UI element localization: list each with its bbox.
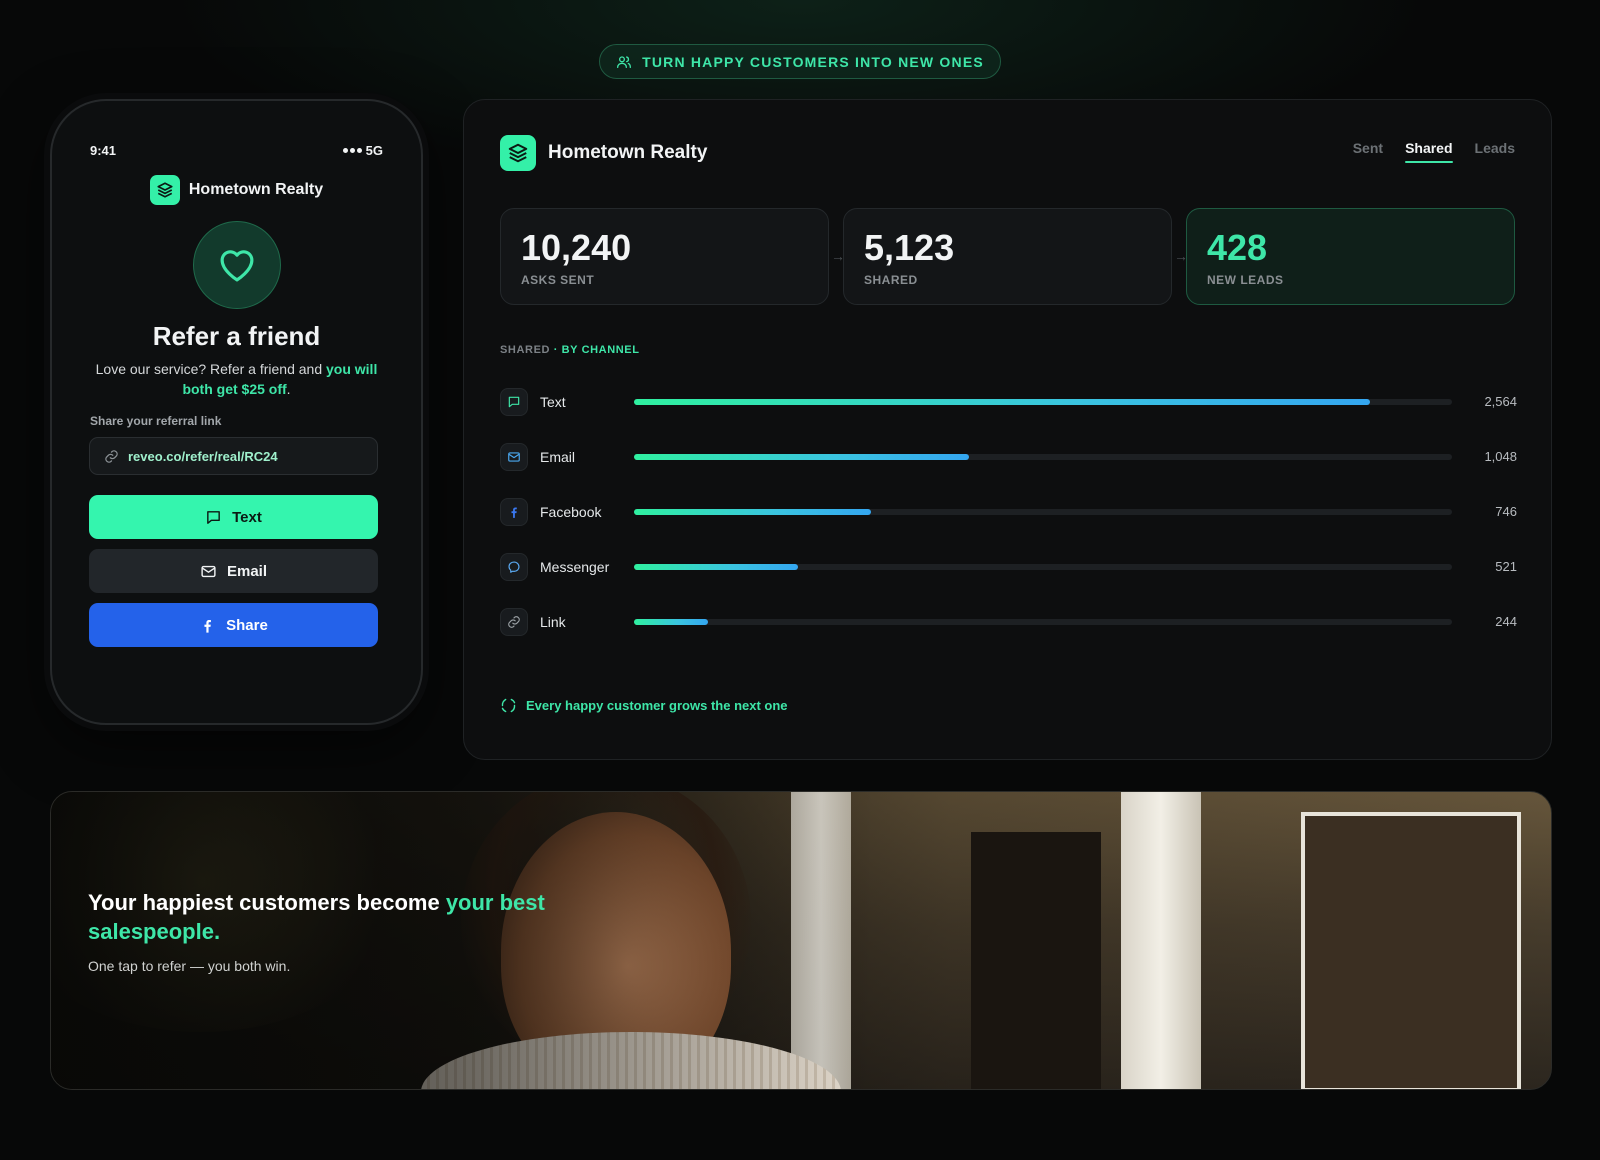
text-share-button[interactable]: Text [89,495,378,539]
stat-value: 5,123 [864,227,955,268]
banner-text: Your happiest customers become your best… [88,888,608,974]
refer-desc-end: . [286,381,291,397]
heart-badge [193,221,281,309]
mail-icon [500,442,528,471]
phone-brand: Hometown Realty [52,175,421,205]
phone-brand-name: Hometown Realty [188,181,324,198]
link-icon [105,449,118,463]
channel-name: Messenger [540,558,610,575]
channel-bar-track [634,618,1452,625]
hero-banner: Your happiest customers become your best… [50,791,1552,1090]
channel-list: Text 2,564 Email 1,048 Facebook 746 Mess… [500,374,1517,649]
facebook-icon [500,497,528,526]
stat-label: ASKS SENT [521,273,595,287]
stat-new-leads: 428 NEW LEADS [1186,208,1515,305]
channel-value: 244 [1495,614,1517,629]
referral-link-field[interactable]: reveo.co/refer/real/RC24 [89,437,378,475]
channel-bar-fill [634,563,798,570]
channel-value: 521 [1495,559,1517,574]
channel-name: Link [540,613,566,630]
refer-desc-plain: Love our service? Refer a friend and [95,361,326,377]
status-network: 5G [365,143,383,158]
channel-bar-track [634,398,1452,405]
layers-logo-icon [500,135,536,171]
facebook-share-button[interactable]: Share [89,603,378,647]
footer-note-text: Every happy customer grows the next one [526,698,788,713]
section-label-prefix: SHARED [500,344,551,356]
hero-pill: TURN HAPPY CUSTOMERS INTO NEW ONES [599,44,1001,79]
dashboard-brand-name: Hometown Realty [548,142,708,163]
users-icon [617,55,632,68]
channel-row-email: Email 1,048 [500,429,1517,484]
stat-label: NEW LEADS [1207,273,1284,287]
layers-logo-icon [149,175,180,205]
tab-sent[interactable]: Sent [1353,140,1383,162]
stat-value: 10,240 [521,227,632,268]
heart-icon [220,250,254,282]
signal-icon [342,148,362,153]
channel-bar-fill [634,618,708,625]
stat-label: SHARED [864,273,918,287]
dashboard-brand: Hometown Realty [500,135,707,171]
channel-bar-track [634,453,1452,460]
channel-row-facebook: Facebook 746 [500,484,1517,539]
refer-description: Love our service? Refer a friend and you… [92,359,381,399]
chat-icon [500,387,528,416]
referral-link-value: reveo.co/refer/real/RC24 [128,448,278,464]
tab-shared[interactable]: Shared [1405,140,1454,163]
cycle-icon [501,698,516,713]
channel-section-label: SHARED · BY CHANNEL [500,344,640,356]
link-icon [500,607,528,636]
channel-value: 1,048 [1484,449,1517,464]
dashboard-tabs: Sent Shared Leads [1353,140,1515,163]
tab-leads[interactable]: Leads [1475,140,1515,162]
referral-dashboard: Hometown Realty Sent Shared Leads 10,240… [463,99,1552,760]
footer-note: Every happy customer grows the next one [500,697,788,714]
email-button-label: Email [226,562,268,580]
banner-subtitle: One tap to refer — you both win. [88,958,291,974]
status-time: 9:41 [90,143,117,158]
messenger-icon [500,552,528,581]
channel-row-messenger: Messenger 521 [500,539,1517,594]
chat-icon [207,510,220,524]
channel-value: 746 [1495,504,1517,519]
refer-title: Refer a friend [152,321,321,351]
channel-name: Email [540,448,576,465]
mail-icon [201,565,216,577]
text-button-label: Text [232,508,262,526]
channel-value: 2,564 [1484,394,1517,409]
share-button-label: Share [226,616,268,634]
channel-bar-track [634,508,1452,515]
banner-title-plain: Your happiest customers become [88,890,446,915]
status-bar: 9:41 5G [90,143,383,158]
channel-row-link: Link 244 [500,594,1517,649]
email-share-button[interactable]: Email [89,549,378,593]
channel-row-text: Text 2,564 [500,374,1517,429]
facebook-icon [204,619,212,633]
banner-title: Your happiest customers become your best… [88,888,608,946]
stat-asks-sent: 10,240 ASKS SENT [500,208,829,305]
channel-bar-fill [634,508,872,515]
channel-name: Facebook [540,503,602,520]
hero-pill-label: TURN HAPPY CUSTOMERS INTO NEW ONES [642,53,984,70]
channel-name: Text [540,393,566,410]
stat-value: 428 [1207,227,1268,268]
channel-bar-fill [634,398,1371,405]
channel-bar-fill [634,453,970,460]
channel-bar-track [634,563,1452,570]
status-right: 5G [342,143,383,158]
phone-mockup: 9:41 5G Hometown Realty Refer a friend L… [50,99,423,725]
stat-shared: 5,123 SHARED [843,208,1172,305]
section-label-suffix: · BY CHANNEL [550,344,640,356]
share-link-label: Share your referral link [90,414,222,428]
